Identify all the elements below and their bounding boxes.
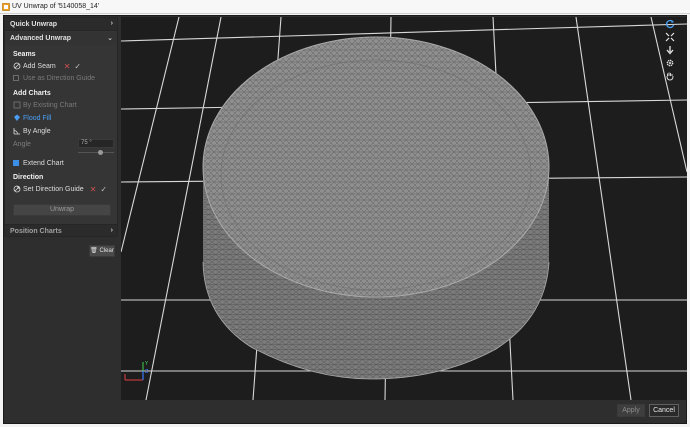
flood-fill-label: Flood Fill [23, 114, 52, 122]
angle-slider-handle[interactable] [97, 150, 103, 155]
chevron-down-icon: ⌄ [107, 35, 113, 42]
apply-button[interactable]: Apply [617, 404, 645, 417]
extend-chart-checkbox[interactable] [13, 160, 19, 166]
position-charts-label: Position Charts [10, 228, 62, 235]
confirm-seam-icon[interactable]: ✓ [74, 62, 81, 71]
viewport-canvas: Y Z [121, 17, 687, 400]
by-angle-row[interactable]: By Angle [13, 126, 51, 136]
position-charts-header[interactable]: Position Charts › [5, 224, 117, 237]
cancel-button[interactable]: Cancel [649, 404, 679, 417]
window-title: UV Unwrap of '5140058_14' [12, 3, 100, 10]
add-seam-label: Add Seam [23, 62, 56, 70]
svg-text:Z: Z [145, 369, 149, 375]
use-as-direction-guide-row[interactable]: Use as Direction Guide [13, 73, 95, 83]
unwrap-button[interactable]: Unwrap [13, 204, 111, 216]
extend-chart-label: Extend Chart [23, 159, 64, 167]
use-as-direction-guide-label: Use as Direction Guide [23, 74, 95, 82]
add-seam-row[interactable]: Add Seam ✕ ✓ [13, 61, 81, 71]
angle-label: Angle [13, 141, 31, 148]
use-as-direction-guide-checkbox[interactable] [13, 75, 19, 81]
pan-hand-icon[interactable] [665, 71, 675, 81]
svg-text:Y: Y [144, 361, 149, 367]
seams-title: Seams [13, 51, 36, 58]
direction-title: Direction [13, 174, 44, 181]
cancel-seam-icon[interactable]: ✕ [64, 62, 71, 71]
quick-unwrap-label: Quick Unwrap [10, 21, 58, 28]
settings-icon[interactable] [665, 58, 675, 68]
cancel-direction-icon[interactable]: ✕ [90, 185, 97, 194]
add-charts-title: Add Charts [13, 90, 51, 97]
confirm-direction-icon[interactable]: ✓ [100, 185, 107, 194]
clear-button[interactable]: 🗑 Clear [89, 245, 115, 257]
chevron-right-icon: › [110, 227, 113, 234]
unwrap-panel: Quick Unwrap › Advanced Unwrap ⌄ Seams A… [4, 17, 118, 237]
reset-view-icon[interactable] [665, 19, 675, 29]
view-toolbar [665, 19, 675, 84]
advanced-unwrap-label: Advanced Unwrap [10, 35, 72, 42]
by-existing-chart-label: By Existing Chart [23, 101, 77, 109]
angle-slider-track[interactable] [78, 152, 114, 153]
clear-label: Clear [99, 248, 114, 254]
title-bar: UV Unwrap of '5140058_14' [0, 0, 690, 14]
cylinder-mesh [202, 36, 550, 380]
by-angle-label: By Angle [23, 127, 51, 135]
advanced-unwrap-header[interactable]: Advanced Unwrap ⌄ [5, 32, 117, 45]
app-logo-icon [2, 3, 10, 11]
3d-viewport[interactable]: Y Z [121, 17, 687, 400]
chevron-right-icon: › [110, 20, 113, 27]
view-down-icon[interactable] [665, 45, 675, 55]
set-direction-guide-row[interactable]: Set Direction Guide ✕ ✓ [13, 184, 107, 194]
add-seam-icon [13, 62, 21, 70]
fit-view-icon[interactable] [665, 32, 675, 42]
existing-chart-icon [13, 101, 21, 109]
angle-input[interactable]: 75 ° [78, 139, 114, 148]
angle-icon [13, 128, 20, 135]
set-direction-guide-label: Set Direction Guide [23, 185, 84, 193]
quick-unwrap-header[interactable]: Quick Unwrap › [5, 18, 117, 31]
extend-chart-row[interactable]: Extend Chart [13, 158, 64, 168]
by-existing-chart-row[interactable]: By Existing Chart [13, 100, 77, 110]
flood-fill-row[interactable]: Flood Fill [13, 113, 51, 123]
direction-guide-icon [13, 185, 21, 193]
trash-icon: 🗑 [90, 248, 98, 254]
flood-fill-icon [14, 114, 20, 121]
